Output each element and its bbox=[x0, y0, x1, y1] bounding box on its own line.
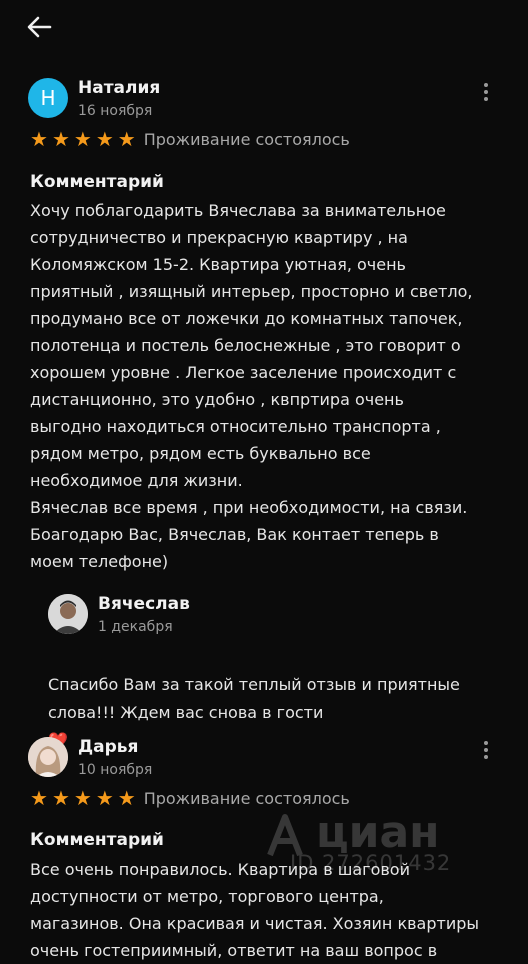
star-icon: ★ bbox=[117, 786, 136, 810]
person-avatar-icon bbox=[28, 737, 68, 777]
stay-status: Проживание состоялось bbox=[143, 788, 350, 808]
comment-text: Все очень понравилось. Квартира в шагово… bbox=[30, 860, 479, 960]
star-icon: ★ bbox=[51, 786, 70, 810]
avatar bbox=[28, 737, 68, 777]
rating-row: ★ ★ ★ ★ ★ Проживание состоялось bbox=[30, 788, 350, 808]
review-date: 10 ноября bbox=[78, 762, 153, 778]
review-card: Дарья 10 ноября ★ ★ ★ ★ ★ Проживание сос… bbox=[0, 0, 528, 960]
star-icon: ★ bbox=[73, 786, 92, 810]
more-options-icon[interactable] bbox=[476, 738, 496, 762]
star-icon: ★ bbox=[95, 786, 114, 810]
review-author: Дарья bbox=[78, 737, 139, 757]
star-icon: ★ bbox=[30, 786, 48, 810]
comment-title: Комментарий bbox=[30, 830, 164, 850]
